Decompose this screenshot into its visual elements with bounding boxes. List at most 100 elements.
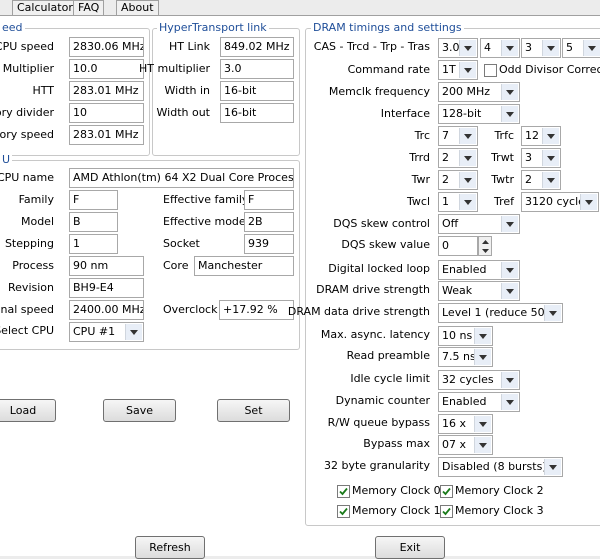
effective-model-label: Effective model: [163, 215, 249, 228]
dynamic-counter-dropdown[interactable]: Enabled: [438, 392, 520, 412]
dqs-skew-control-dropdown[interactable]: Off: [438, 214, 520, 234]
htt-field[interactable]: 283.01 MHz: [69, 81, 144, 101]
cas-value: 3.0: [442, 41, 460, 54]
twr-label: Twr: [411, 173, 430, 186]
rw-queue-bypass-label: R/W queue bypass: [327, 416, 430, 429]
twr-dropdown[interactable]: 2: [438, 170, 478, 190]
twcl-dropdown[interactable]: 1: [438, 192, 478, 212]
rw-queue-bypass-dropdown[interactable]: 16 x: [438, 414, 493, 434]
ht-link-field[interactable]: 849.02 MHz: [220, 37, 294, 57]
memclk-frequency-dropdown[interactable]: 200 MHz: [438, 82, 520, 102]
tab-faq[interactable]: FAQ: [73, 0, 105, 16]
byte-granularity-dropdown[interactable]: Disabled (8 bursts): [438, 457, 563, 477]
trp-dropdown[interactable]: 3: [521, 38, 561, 58]
memory-clock-2-checkbox[interactable]: [440, 485, 453, 498]
exit-button[interactable]: Exit: [375, 536, 445, 559]
save-button[interactable]: Save: [103, 399, 176, 422]
read-preamble-dropdown[interactable]: 7.5 ns: [438, 347, 493, 367]
chevron-down-icon: [501, 216, 518, 232]
load-button[interactable]: Load: [0, 399, 56, 422]
checkmark-icon: [442, 507, 451, 516]
trfc-dropdown[interactable]: 12: [521, 126, 561, 146]
dram-drive-strength-dropdown[interactable]: Weak: [438, 281, 520, 301]
revision-label: Revision: [8, 281, 54, 294]
dram-data-drive-strength-dropdown[interactable]: Level 1 (reduce 50%): [438, 303, 563, 323]
select-cpu-dropdown[interactable]: CPU #1: [69, 322, 144, 342]
core-label: Core: [163, 259, 189, 272]
bypass-max-dropdown[interactable]: 07 x: [438, 435, 493, 455]
ht-multiplier-field[interactable]: 3.0: [220, 59, 294, 79]
dqs-skew-spinner[interactable]: [478, 236, 492, 256]
tab-about[interactable]: About: [116, 0, 159, 16]
chevron-down-icon: [459, 62, 476, 78]
width-out-label: Width out: [156, 106, 210, 119]
refresh-button[interactable]: Refresh: [135, 536, 205, 559]
read-preamble-label: Read preamble: [346, 349, 430, 362]
dqs-skew-value-field[interactable]: 0: [438, 236, 478, 256]
interface-value: 128-bit: [442, 107, 482, 120]
dram-drive-strength-value: Weak: [442, 284, 473, 297]
twtr-dropdown[interactable]: 2: [521, 170, 561, 190]
trrd-dropdown[interactable]: 2: [438, 148, 478, 168]
chevron-down-icon: [501, 84, 518, 100]
memclk-frequency-value: 200 MHz: [442, 85, 491, 98]
twr-value: 2: [442, 173, 449, 186]
process-field[interactable]: 90 nm: [69, 256, 144, 276]
interface-dropdown[interactable]: 128-bit: [438, 104, 520, 124]
tab-calculator[interactable]: Calculator: [12, 0, 78, 16]
model-field[interactable]: B: [69, 212, 118, 232]
effective-model-field[interactable]: 2B: [244, 212, 294, 232]
memory-divider-field[interactable]: 10: [69, 103, 144, 123]
memory-clock-3-checkbox[interactable]: [440, 505, 453, 518]
dram-drive-strength-label: DRAM drive strength: [316, 283, 430, 296]
dram-data-drive-strength-label: DRAM data drive strength: [287, 305, 430, 318]
memory-clock-0-label: Memory Clock 0: [352, 484, 441, 497]
speed-group-title: eed: [0, 21, 25, 34]
twtr-label: Twtr: [491, 173, 514, 186]
max-async-latency-dropdown[interactable]: 10 ns: [438, 326, 493, 346]
command-rate-dropdown[interactable]: 1T: [438, 60, 478, 80]
twcl-label: Twcl: [407, 195, 430, 208]
tref-dropdown[interactable]: 3120 cycles: [521, 192, 599, 212]
tab-bar: Calculator FAQ About: [0, 0, 600, 16]
width-out-field[interactable]: 16-bit: [220, 103, 294, 123]
family-field[interactable]: F: [69, 190, 118, 210]
chevron-down-icon: [542, 172, 559, 188]
memory-clock-0-checkbox[interactable]: [337, 485, 350, 498]
overclock-field[interactable]: +17.92 %: [219, 300, 294, 320]
core-field[interactable]: Manchester: [194, 256, 294, 276]
memclk-frequency-label: Memclk frequency: [328, 85, 430, 98]
trwt-dropdown[interactable]: 3: [521, 148, 561, 168]
chevron-down-icon: [125, 324, 142, 340]
digital-locked-loop-dropdown[interactable]: Enabled: [438, 260, 520, 280]
memory-speed-field[interactable]: 283.01 MHz: [69, 125, 144, 145]
cpu-speed-field[interactable]: 2830.06 MHz: [69, 37, 144, 57]
htt-label: HTT: [32, 84, 54, 97]
tras-dropdown[interactable]: 5: [562, 38, 600, 58]
revision-field[interactable]: BH9-E4: [69, 278, 144, 298]
trcd-dropdown[interactable]: 4: [480, 38, 520, 58]
idle-cycle-limit-dropdown[interactable]: 32 cycles: [438, 370, 520, 390]
chevron-down-icon: [501, 262, 518, 278]
original-speed-field[interactable]: 2400.00 MHz: [69, 300, 144, 320]
dqs-skew-control-value: Off: [442, 217, 459, 230]
chevron-down-icon: [580, 194, 597, 210]
ht-link-label: HT Link: [168, 40, 210, 53]
byte-granularity-value: Disabled (8 bursts): [442, 460, 547, 473]
width-in-field[interactable]: 16-bit: [220, 81, 294, 101]
set-button[interactable]: Set: [217, 399, 290, 422]
chevron-down-icon: [459, 194, 476, 210]
cas-dropdown[interactable]: 3.0: [438, 38, 478, 58]
socket-field[interactable]: 939: [244, 234, 294, 254]
stepping-field[interactable]: 1: [69, 234, 118, 254]
spin-down-icon[interactable]: [479, 246, 491, 255]
stepping-label: Stepping: [4, 237, 54, 250]
trc-dropdown[interactable]: 7: [438, 126, 478, 146]
multiplier-field[interactable]: 10.0: [69, 59, 144, 79]
odd-divisor-checkbox[interactable]: [484, 64, 497, 77]
spin-up-icon[interactable]: [479, 237, 491, 246]
chevron-down-icon: [542, 128, 559, 144]
effective-family-field[interactable]: F: [244, 190, 294, 210]
memory-clock-1-checkbox[interactable]: [337, 505, 350, 518]
cpu-name-field[interactable]: AMD Athlon(tm) 64 X2 Dual Core Processor…: [69, 168, 294, 188]
